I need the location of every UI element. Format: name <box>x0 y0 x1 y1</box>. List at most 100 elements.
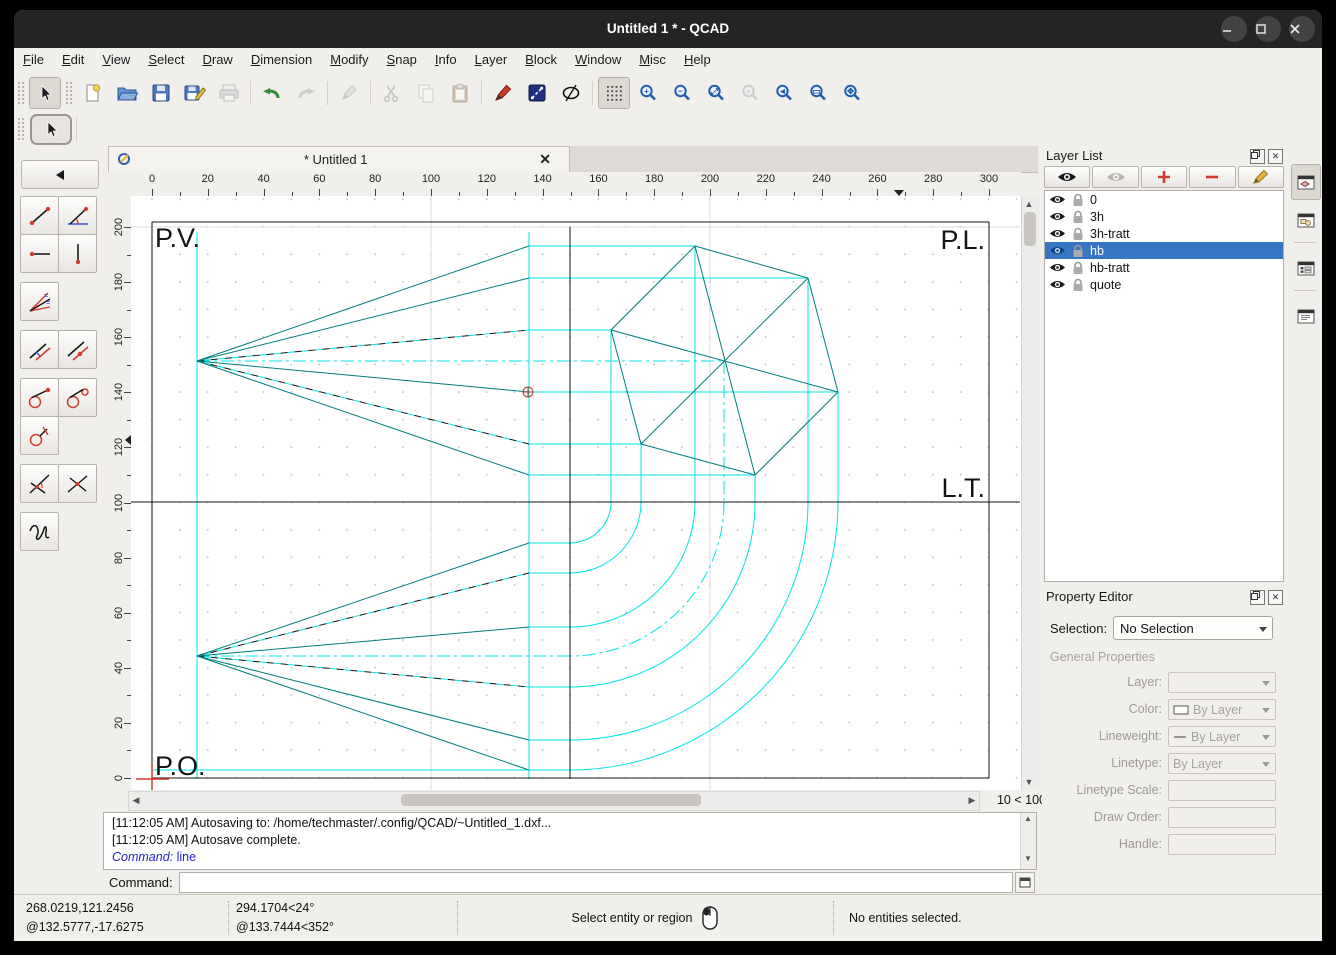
layer-lock-icon[interactable] <box>1072 244 1084 258</box>
zoom-previous-button[interactable]: ◄ <box>768 77 800 109</box>
grid-toggle-button[interactable] <box>598 77 630 109</box>
drawing-canvas[interactable]: P.V. P.L. L.T. P.O. <box>131 196 1021 790</box>
menu-dimension[interactable]: Dimension <box>242 48 321 74</box>
menu-info[interactable]: Info <box>426 48 466 74</box>
maximize-button[interactable] <box>1255 16 1281 42</box>
cut-button[interactable] <box>376 77 408 109</box>
open-document-button[interactable] <box>111 77 143 109</box>
line-relative-angle-button[interactable] <box>20 464 59 503</box>
command-history[interactable]: ▲ ▼ [11:12:05 AM] Autosaving to: /home/t… <box>103 812 1037 870</box>
menu-select[interactable]: Select <box>139 48 193 74</box>
edit-pencil-button[interactable] <box>333 77 365 109</box>
remove-layer-button[interactable] <box>1189 166 1236 188</box>
menu-file[interactable]: File <box>14 48 53 74</box>
zoom-fit-button[interactable]: + <box>734 77 766 109</box>
layer-lock-icon[interactable] <box>1072 210 1084 224</box>
toolbar-drag-handle[interactable] <box>17 81 25 105</box>
prop-field-draworder[interactable] <box>1168 807 1276 828</box>
history-scroll-up-icon[interactable]: ▲ <box>1021 813 1035 829</box>
line-tangent-point-button[interactable] <box>20 378 59 417</box>
zoom-auto-button[interactable]: ⤢ <box>700 77 732 109</box>
close-panel-icon[interactable]: ✕ <box>1268 590 1283 605</box>
minimize-button[interactable] <box>1221 16 1247 42</box>
layer-list-toggle-button[interactable] <box>1291 164 1321 200</box>
reference-lines-black[interactable] <box>131 221 1020 779</box>
edit-layer-button[interactable] <box>1237 166 1285 188</box>
save-as-button[interactable] <box>179 77 211 109</box>
vertical-scrollbar[interactable]: ▲ ▼ <box>1021 196 1039 790</box>
close-panel-icon[interactable]: ✕ <box>1268 149 1283 164</box>
line-angle-button[interactable] <box>58 196 97 235</box>
scroll-down-icon[interactable]: ▼ <box>1022 774 1036 790</box>
line-tangent-two-circles-button[interactable] <box>58 378 97 417</box>
block-list-toggle-button[interactable] <box>1291 202 1321 238</box>
layer-row-3h-tratt[interactable]: 3h-tratt <box>1045 225 1283 242</box>
library-browser-toggle-button[interactable] <box>1291 250 1321 286</box>
copy-button[interactable] <box>410 77 442 109</box>
scroll-up-icon[interactable]: ▲ <box>1022 196 1036 212</box>
menu-layer[interactable]: Layer <box>466 48 517 74</box>
layer-visibility-eye-icon[interactable] <box>1049 194 1066 205</box>
toolbar-drag-handle[interactable] <box>17 117 25 141</box>
layer-lock-icon[interactable] <box>1072 227 1084 241</box>
prop-field-lineweight[interactable]: By Layer <box>1168 726 1276 747</box>
layer-row-0[interactable]: 0 <box>1045 191 1283 208</box>
menu-block[interactable]: Block <box>516 48 566 74</box>
layer-row-quote[interactable]: quote <box>1045 276 1283 293</box>
print-button[interactable] <box>213 77 245 109</box>
zoom-pan-button[interactable]: ✥ <box>836 77 868 109</box>
prop-field-color[interactable]: By Layer <box>1168 699 1276 720</box>
toolbar-drag-handle[interactable] <box>65 81 73 105</box>
zoom-in-button[interactable]: + <box>632 77 664 109</box>
menu-edit[interactable]: Edit <box>53 48 93 74</box>
menu-window[interactable]: Window <box>566 48 630 74</box>
add-layer-button[interactable] <box>1140 166 1188 188</box>
layer-visibility-eye-icon[interactable] <box>1049 245 1066 256</box>
menu-help[interactable]: Help <box>675 48 720 74</box>
current-tool-button[interactable] <box>30 113 72 145</box>
line-parallel-point-button[interactable] <box>58 330 97 369</box>
tab-close-icon[interactable]: ✕ <box>539 151 551 168</box>
paste-button[interactable] <box>444 77 476 109</box>
vertical-scroll-thumb[interactable] <box>1024 212 1036 246</box>
undo-button[interactable] <box>256 77 288 109</box>
construction-lines-cyan[interactable] <box>152 232 839 779</box>
command-input[interactable] <box>178 872 1013 893</box>
centerlines-dashdot[interactable] <box>197 360 725 657</box>
ellipse-tool-button[interactable] <box>555 77 587 109</box>
menu-modify[interactable]: Modify <box>321 48 377 74</box>
show-all-layers-button[interactable] <box>1044 166 1091 188</box>
prop-field-handle[interactable] <box>1168 834 1276 855</box>
redo-button[interactable] <box>290 77 322 109</box>
layer-lock-icon[interactable] <box>1072 193 1084 207</box>
scroll-right-icon[interactable]: ▶ <box>965 792 979 808</box>
line-tool-button[interactable] <box>521 77 553 109</box>
scroll-left-icon[interactable]: ◀ <box>129 792 143 808</box>
hide-all-layers-button[interactable] <box>1092 166 1139 188</box>
menu-misc[interactable]: Misc <box>630 48 675 74</box>
close-button[interactable] <box>1289 16 1315 42</box>
command-window-toggle[interactable] <box>1015 872 1035 893</box>
document-tab[interactable]: * Untitled 1 ✕ <box>108 146 570 172</box>
layer-row-hb-tratt[interactable]: hb-tratt <box>1045 259 1283 276</box>
title-bar[interactable]: Untitled 1 * - QCAD <box>14 10 1322 48</box>
horizontal-scroll-thumb[interactable] <box>401 794 701 806</box>
zoom-out-button[interactable]: − <box>666 77 698 109</box>
layer-row-hb[interactable]: hb <box>1045 242 1283 259</box>
layer-lock-icon[interactable] <box>1072 261 1084 275</box>
float-panel-icon[interactable] <box>1250 590 1265 605</box>
new-document-button[interactable] <box>77 77 109 109</box>
markers-red[interactable] <box>136 386 534 790</box>
hidden-edge-lines[interactable] <box>196 329 530 688</box>
line-parallel-distance-button[interactable] <box>20 330 59 369</box>
layer-lock-icon[interactable] <box>1072 278 1084 292</box>
selection-combo[interactable]: No Selection <box>1113 616 1273 640</box>
float-panel-icon[interactable] <box>1250 149 1265 164</box>
line-freehand-button[interactable] <box>20 512 59 551</box>
prop-field-linetypescale[interactable] <box>1168 780 1276 801</box>
line-vertical-button[interactable] <box>58 234 97 273</box>
menu-draw[interactable]: Draw <box>193 48 241 74</box>
rotation-arcs[interactable] <box>569 501 839 771</box>
cad-drawing[interactable]: P.V. P.L. L.T. P.O. <box>131 196 1021 790</box>
menu-view[interactable]: View <box>93 48 139 74</box>
